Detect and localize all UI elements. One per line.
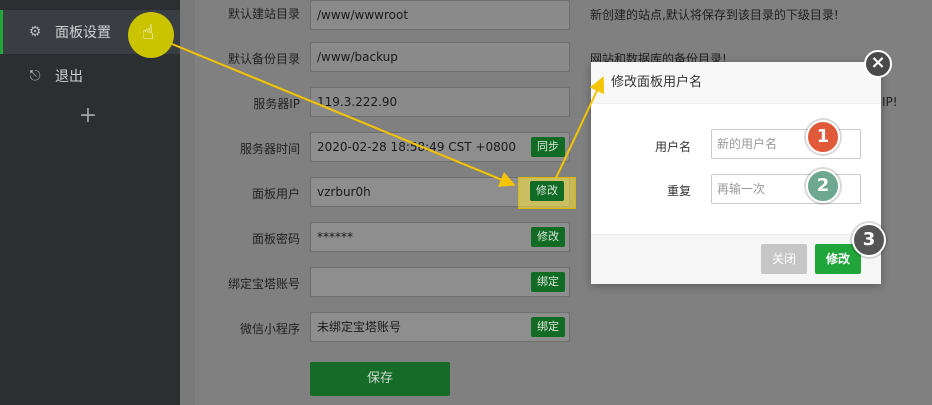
bind-wechat-button[interactable]: 绑定 [531, 317, 565, 337]
server-time-value: 2020-02-28 18:58:49 CST +0800 [317, 140, 516, 154]
row-label: 服务器时间 [239, 142, 300, 156]
server-time-field: 2020-02-28 18:58:49 CST +0800 同步 [310, 132, 570, 162]
dialog-footer: 关闭 修改 [591, 234, 881, 284]
dialog-title: 修改面板用户名 [591, 62, 881, 104]
sidebar-item-label: 面板设置 [55, 25, 111, 41]
wechat-value: 未绑定宝塔账号 [317, 320, 402, 334]
plus-icon[interactable]: + [0, 103, 176, 128]
panel-user-value: vzrbur0h [317, 185, 371, 199]
gear-icon: ⚙ [28, 24, 42, 40]
server-ip-hint: IP! [882, 95, 898, 109]
username-label: 用户名 [654, 140, 691, 154]
step-badge-3: 3 [852, 223, 886, 257]
row-label: 默认建站目录 [227, 7, 300, 21]
panel-password-field: ****** 修改 [310, 222, 570, 252]
edit-password-button[interactable]: 修改 [531, 227, 565, 247]
sync-button[interactable]: 同步 [531, 137, 565, 157]
row-label: 服务器IP [253, 97, 300, 111]
row-label: 绑定宝塔账号 [227, 277, 300, 291]
sidebar-item-logout[interactable]: ⎋ 退出 [0, 54, 180, 98]
site-dir-field[interactable]: /www/wwwroot [310, 0, 570, 30]
row-label: 面板用户 [251, 187, 300, 201]
hand-cursor-icon: ☝ [142, 20, 155, 44]
site-dir-hint: 新创建的站点,默认将保存到该目录的下级目录! [590, 8, 839, 22]
bt-account-field: 绑定 [310, 267, 570, 297]
logout-icon: ⎋ [29, 68, 41, 84]
server-ip-field[interactable]: 119.3.222.90 [310, 87, 570, 117]
save-button[interactable]: 保存 [310, 362, 450, 396]
sidebar: ⚙ 面板设置 ⎋ 退出 + [0, 0, 180, 405]
bind-account-button[interactable]: 绑定 [531, 272, 565, 292]
step-badge-2: 2 [806, 169, 840, 203]
edit-username-dialog: 修改面板用户名 用户名 新的用户名 重复 再输一次 关闭 修改 [591, 62, 881, 284]
close-icon[interactable]: × [864, 50, 892, 78]
edit-user-button[interactable]: 修改 [530, 181, 564, 201]
repeat-label: 重复 [666, 184, 691, 198]
row-label: 面板密码 [251, 232, 300, 246]
sidebar-item-label: 退出 [55, 69, 83, 85]
step-badge-1: 1 [806, 120, 840, 154]
panel-password-value: ****** [317, 230, 353, 244]
cancel-button[interactable]: 关闭 [761, 244, 807, 274]
row-label: 微信小程序 [239, 322, 300, 336]
row-label: 默认备份目录 [227, 52, 300, 66]
wechat-field: 未绑定宝塔账号 绑定 [310, 312, 570, 342]
backup-dir-field[interactable]: /www/backup [310, 42, 570, 72]
